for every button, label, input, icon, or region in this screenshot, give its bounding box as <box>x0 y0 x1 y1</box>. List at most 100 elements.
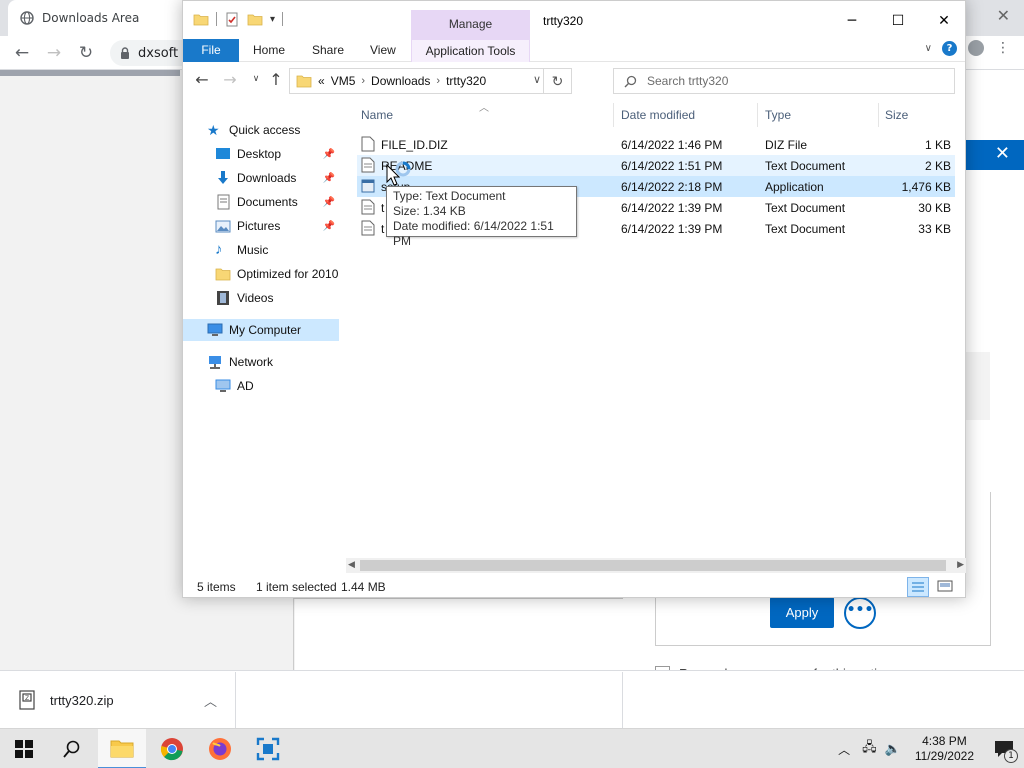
close-icon[interactable]: ✕ <box>921 7 967 35</box>
profile-icon[interactable] <box>968 40 984 56</box>
nav-optimized-for-2010[interactable]: Optimized for 2010 <box>183 263 339 285</box>
breadcrumb-trtty320[interactable]: trtty320 <box>446 74 486 88</box>
file-row[interactable]: README 6/14/2022 1:51 PM Text Document 2… <box>357 155 955 176</box>
large-icons-view-icon[interactable] <box>935 577 957 597</box>
file-type: Application <box>765 180 824 194</box>
breadcrumb-chevron-icon[interactable]: › <box>436 75 440 87</box>
customize-qat-icon[interactable]: ▾ <box>270 14 275 25</box>
nav-documents[interactable]: Documents 📌 <box>183 191 339 213</box>
maximize-icon[interactable]: ☐ <box>875 7 921 35</box>
search-input[interactable]: Search trtty320 <box>613 68 955 94</box>
recent-locations-icon[interactable]: ∨ <box>245 74 267 84</box>
nav-desktop[interactable]: Desktop 📌 <box>183 143 339 165</box>
scroll-right-icon[interactable]: ▶ <box>957 558 964 573</box>
column-type[interactable]: Type <box>765 108 791 122</box>
browser-tab[interactable]: Downloads Area <box>8 0 208 36</box>
details-view-icon[interactable] <box>907 577 929 597</box>
clock[interactable]: 4:38 PM 11/29/2022 <box>915 734 974 764</box>
column-divider[interactable] <box>613 103 614 127</box>
chevron-up-icon[interactable]: ︿ <box>838 741 850 758</box>
column-name[interactable]: Name <box>361 108 393 122</box>
tab-share[interactable]: Share <box>308 39 348 62</box>
apply-button[interactable]: Apply <box>770 597 834 628</box>
more-options-button[interactable]: ••• <box>844 597 876 629</box>
tab-view[interactable]: View <box>366 39 400 62</box>
file-size: 1 KB <box>924 138 951 152</box>
browser-close-icon[interactable]: ✕ <box>997 6 1010 25</box>
refresh-icon[interactable]: ↻ <box>543 69 571 93</box>
scroll-thumb[interactable] <box>360 560 946 571</box>
tooltip-type: Type: Text Document <box>393 189 506 203</box>
file-size: 2 KB <box>924 159 951 173</box>
address-dropdown-icon[interactable]: ∨ <box>533 73 541 86</box>
column-date-modified[interactable]: Date modified <box>621 108 695 122</box>
navigation-row: ← → ∨ ↑ « VM5 › Downloads › trtty320 ∨ ↻… <box>183 62 965 100</box>
volume-icon[interactable]: 🔈 <box>885 742 901 757</box>
file-row[interactable]: FILE_ID.DIZ 6/14/2022 1:46 PM DIZ File 1… <box>357 134 955 155</box>
menu-kebab-icon[interactable]: ⋮ <box>996 41 1010 55</box>
chrome-icon <box>160 738 183 761</box>
breadcrumb-overflow[interactable]: « <box>318 74 325 88</box>
breadcrumb-chevron-icon[interactable]: › <box>361 75 365 87</box>
folder-icon <box>296 75 312 88</box>
breadcrumb-downloads[interactable]: Downloads <box>371 74 430 88</box>
nav-quick-access[interactable]: ★ Quick access <box>183 119 339 141</box>
file-size: 33 KB <box>918 222 951 236</box>
nav-pictures[interactable]: Pictures 📌 <box>183 215 339 237</box>
nav-label: Videos <box>237 291 274 305</box>
nav-music[interactable]: ♪ Music <box>183 239 339 261</box>
taskbar: ︿ 🖧 🔈 4:38 PM 11/29/2022 1 <box>0 728 1024 768</box>
minimize-icon[interactable]: ─ <box>829 7 875 35</box>
notifications-button[interactable]: 1 <box>988 729 1024 768</box>
taskbar-chrome[interactable] <box>148 729 196 768</box>
horizontal-scrollbar[interactable]: ◀ ▶ <box>346 558 966 573</box>
nav-network[interactable]: Network <box>183 351 339 373</box>
back-arrow-icon[interactable]: ← <box>191 70 213 89</box>
tab-application-tools[interactable]: Application Tools <box>411 39 530 62</box>
browser-back-icon[interactable]: ← <box>10 42 34 64</box>
browser-forward-icon[interactable]: → <box>42 42 66 64</box>
search-button[interactable] <box>48 729 96 768</box>
dialog-side-panel <box>966 352 990 420</box>
column-headers: ︿ Name Date modified Type Size <box>357 101 957 129</box>
column-size[interactable]: Size <box>885 108 908 122</box>
manage-contextual-tab[interactable]: Manage <box>411 10 530 39</box>
dialog-close-icon[interactable]: ✕ <box>995 143 1010 164</box>
taskbar-capture-tool[interactable] <box>244 729 292 768</box>
taskbar-firefox[interactable] <box>196 729 244 768</box>
column-divider[interactable] <box>878 103 879 127</box>
properties-icon[interactable] <box>224 11 240 27</box>
file-date: 6/14/2022 1:39 PM <box>621 201 723 215</box>
breadcrumb-vm5[interactable]: VM5 <box>331 74 356 88</box>
clock-time: 4:38 PM <box>922 734 967 748</box>
start-button[interactable] <box>0 729 48 768</box>
nav-videos[interactable]: Videos <box>183 287 339 309</box>
folder-icon <box>215 268 231 281</box>
browser-reload-icon[interactable]: ↻ <box>74 42 98 64</box>
chevron-down-icon[interactable]: ∨ <box>925 43 932 54</box>
forward-arrow-icon[interactable]: → <box>219 70 241 89</box>
pin-icon: 📌 <box>322 172 335 184</box>
shelf-divider <box>622 672 623 728</box>
download-item[interactable]: Z trtty320.zip ︿ <box>0 672 236 728</box>
nav-my-computer[interactable]: My Computer <box>183 319 339 341</box>
up-arrow-icon[interactable]: ↑ <box>265 70 287 89</box>
nav-downloads[interactable]: Downloads 📌 <box>183 167 339 189</box>
new-folder-icon[interactable] <box>247 11 263 27</box>
folder-icon <box>110 740 134 758</box>
chevron-up-icon[interactable]: ︿ <box>204 691 217 710</box>
tab-home[interactable]: Home <box>249 39 289 62</box>
taskbar-file-explorer[interactable] <box>98 729 146 768</box>
scroll-left-icon[interactable]: ◀ <box>348 558 355 573</box>
help-icon[interactable]: ? <box>942 41 957 56</box>
explorer-address-bar[interactable]: « VM5 › Downloads › trtty320 ∨ ↻ <box>289 68 572 94</box>
folder-icon <box>193 14 209 26</box>
column-divider[interactable] <box>757 103 758 127</box>
tab-file[interactable]: File <box>183 39 239 62</box>
computer-icon <box>215 379 231 392</box>
ribbon-controls: ∨ ? <box>925 41 957 56</box>
network-tray-icon[interactable]: 🖧 <box>862 738 877 760</box>
file-type: Text Document <box>765 159 846 173</box>
zip-file-icon: Z <box>19 690 35 710</box>
nav-ad[interactable]: AD <box>183 375 339 397</box>
